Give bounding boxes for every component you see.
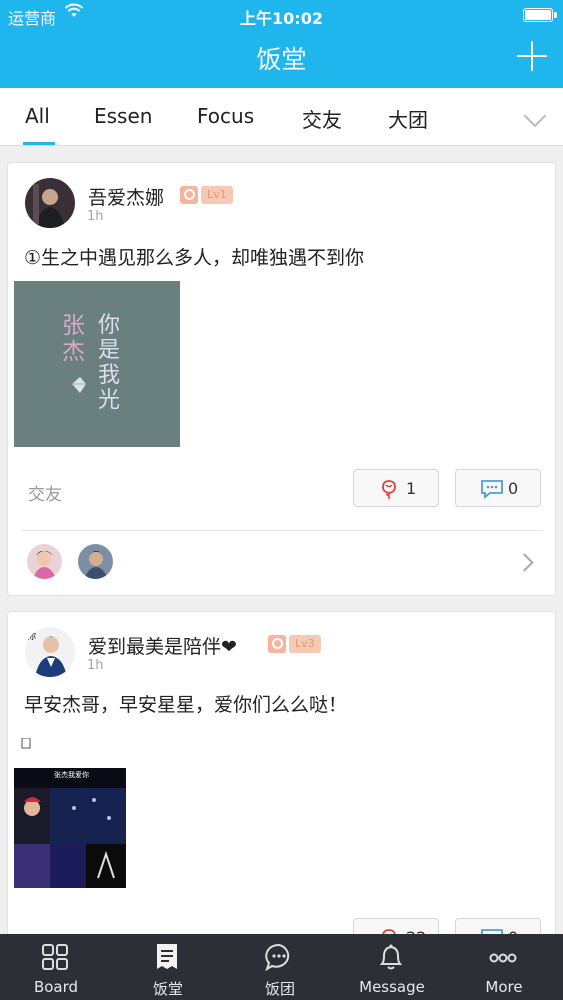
avatar-text: 你 — [27, 632, 37, 642]
more-dots-icon — [489, 953, 517, 963]
category-tabs: All Essen Focus 交友 大团 — [0, 88, 563, 146]
search-icon — [180, 186, 198, 204]
comment-icon — [481, 480, 503, 499]
avatar[interactable] — [78, 544, 113, 579]
tab-datuan[interactable]: 大团 — [388, 104, 428, 133]
image-left-text: 张杰 — [62, 313, 85, 365]
like-count: 1 — [406, 479, 417, 498]
post-image[interactable]: 张杰 你是我光 — [14, 281, 180, 447]
document-icon — [157, 944, 177, 969]
tab-message[interactable]: Message — [336, 934, 448, 1000]
active-tab-indicator — [23, 142, 55, 145]
avatar[interactable] — [27, 544, 62, 579]
tab-fantang-label: 饭堂 — [152, 980, 183, 998]
post-username[interactable]: 爱到最美是陪伴❤ — [88, 632, 237, 659]
like-button[interactable]: 1 — [353, 469, 439, 507]
status-time: 上午10:02 — [240, 9, 323, 28]
tab-message-label: Message — [359, 978, 425, 996]
tab-all[interactable]: All — [25, 104, 50, 128]
comment-button[interactable]: 0 — [455, 469, 541, 507]
tab-focus[interactable]: Focus — [197, 104, 254, 128]
battery-tip — [554, 12, 557, 18]
tab-fantuan[interactable]: 饭团 — [224, 934, 336, 1000]
chevron-right-icon[interactable] — [515, 553, 534, 572]
status-bar: 运营商 上午10:02 — [0, 0, 563, 30]
avatar[interactable] — [25, 178, 75, 228]
image-caption: 张杰我爱你 — [54, 771, 89, 779]
tab-fantuan-label: 饭团 — [264, 980, 295, 998]
add-post-button[interactable] — [517, 41, 547, 71]
image-right-text: 你是我光 — [98, 313, 121, 413]
bell-icon — [379, 944, 403, 970]
level-label: Lv1 — [201, 186, 233, 204]
divider — [22, 530, 543, 531]
chevron-down-icon[interactable] — [523, 104, 547, 128]
post-text: 早安杰哥，早安星星，爱你们么么哒！ — [24, 694, 348, 716]
post-time: 1h — [87, 209, 104, 224]
avatar[interactable]: 你 — [25, 627, 75, 677]
tab-board-label: Board — [33, 978, 79, 996]
chat-bubble-icon — [265, 943, 290, 972]
post-time: 1h — [87, 658, 104, 673]
top-bar: 运营商 上午10:02 饭堂 — [0, 0, 563, 88]
bottom-tab-bar: Board 饭堂 饭团 Message More — [0, 934, 563, 1000]
post-tag[interactable]: 交友 — [28, 480, 62, 505]
comment-count: 0 — [508, 479, 519, 498]
tab-more[interactable]: More — [448, 934, 560, 1000]
rose-icon — [382, 480, 396, 499]
tab-essen[interactable]: Essen — [94, 104, 152, 128]
tab-board[interactable]: Board — [0, 934, 112, 1000]
battery-icon — [523, 8, 553, 22]
search-icon — [268, 635, 286, 653]
post-text: ①生之中遇见那么多人，却唯独遇不到你 — [24, 247, 365, 269]
post-username[interactable]: 吾爱杰娜 — [88, 183, 164, 210]
post-image[interactable]: 张杰我爱你 — [14, 737, 126, 888]
page-title: 饭堂 — [256, 45, 307, 74]
tab-fantang[interactable]: 饭堂 — [112, 934, 224, 1000]
grid-icon — [42, 944, 68, 970]
level-badge: Lv1 — [180, 186, 233, 204]
tab-jiaoyou[interactable]: 交友 — [302, 104, 342, 133]
post-card[interactable]: 吾爱杰娜 Lv1 1h ①生之中遇见那么多人，却唯独遇不到你 张杰 你是我光 交… — [7, 162, 556, 596]
tab-more-label: More — [485, 978, 523, 996]
level-badge: Lv3 — [268, 635, 321, 653]
level-label: Lv3 — [289, 635, 321, 653]
post-card[interactable]: 你 爱到最美是陪伴❤ Lv3 1h 早安杰哥，早安星星，爱你们么么哒！ 张杰我爱… — [7, 611, 556, 971]
